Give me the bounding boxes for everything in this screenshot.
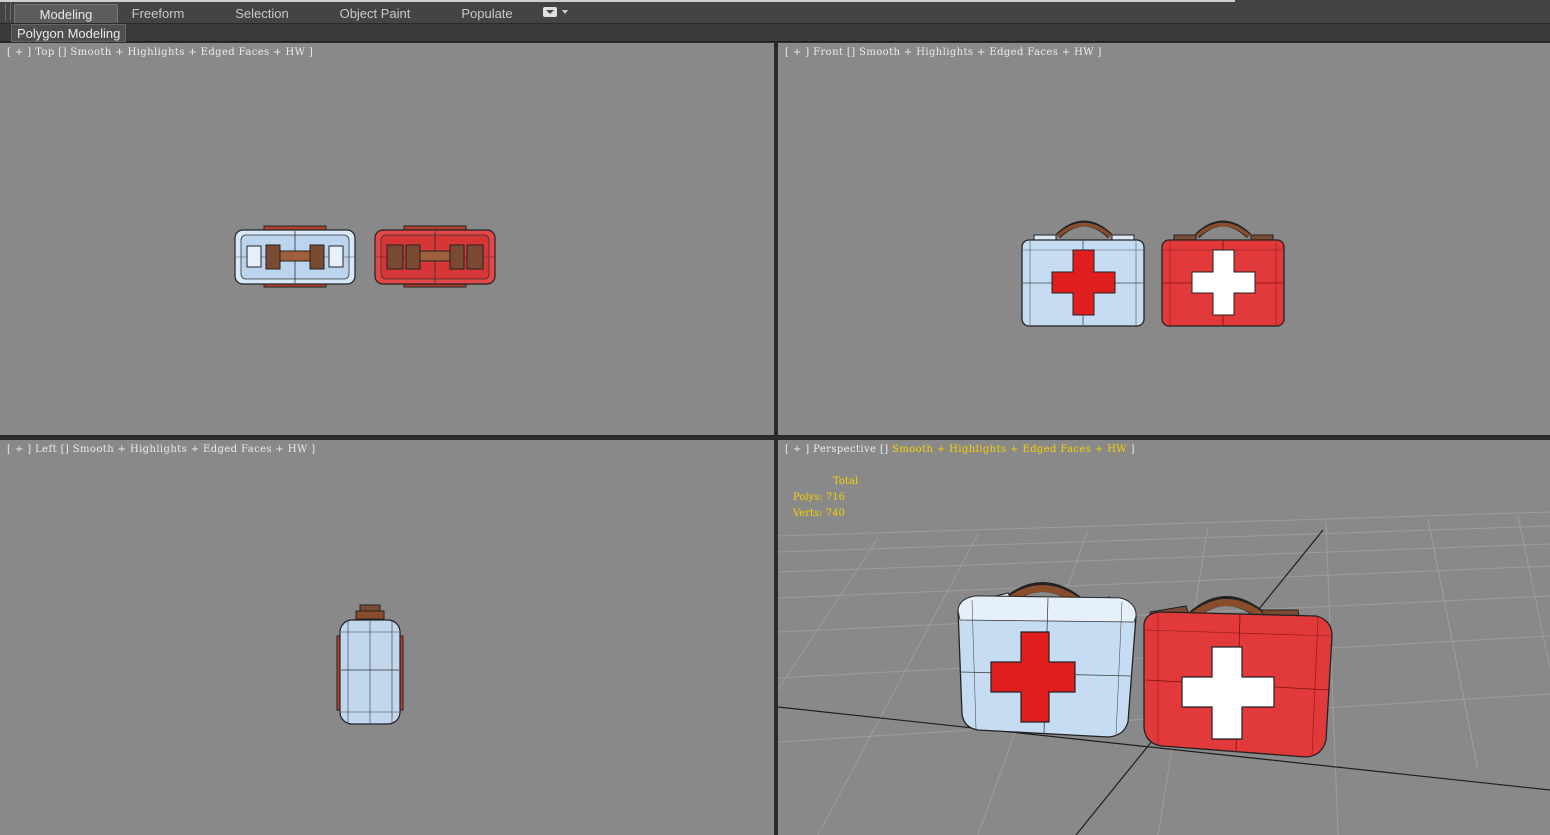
top-view-scene [234, 225, 496, 288]
blue-kit-perspective [957, 582, 1137, 738]
left-view-scene [336, 604, 404, 725]
tab-selection[interactable]: Selection [218, 4, 306, 23]
viewport-top[interactable]: [ + ] Top [] Smooth + Highlights + Edged… [0, 43, 774, 435]
viewport-front[interactable]: [ + ] Front [] Smooth + Highlights + Edg… [778, 43, 1550, 435]
viewport-perspective[interactable]: [ + ] Perspective [] Smooth + Highlights… [778, 440, 1550, 835]
ribbon-tab-bar: Modeling Freeform Selection Object Paint… [0, 0, 1550, 24]
ribbon-top-edge [0, 0, 1235, 2]
tab-populate[interactable]: Populate [446, 4, 528, 23]
perspective-scene [778, 511, 1550, 835]
ribbon-options-icon[interactable] [543, 7, 569, 19]
ribbon-panel-bar: Polygon Modeling [0, 24, 1550, 42]
red-kit-front-view [1161, 220, 1285, 327]
kit-side-view [336, 604, 404, 725]
viewport-left[interactable]: [ + ] Left [] Smooth + Highlights + Edge… [0, 440, 774, 835]
ribbon-grip-handle[interactable] [5, 3, 11, 21]
red-kit-perspective [1143, 596, 1333, 758]
front-view-scene [1021, 220, 1285, 327]
tab-object-paint[interactable]: Object Paint [325, 4, 425, 23]
blue-kit-top-view [234, 225, 356, 288]
tab-modeling[interactable]: Modeling [14, 4, 118, 23]
tab-freeform[interactable]: Freeform [118, 4, 198, 23]
red-kit-top-view [374, 225, 496, 288]
blue-kit-front-view [1021, 220, 1145, 327]
polygon-modeling-panel-button[interactable]: Polygon Modeling [11, 24, 127, 42]
